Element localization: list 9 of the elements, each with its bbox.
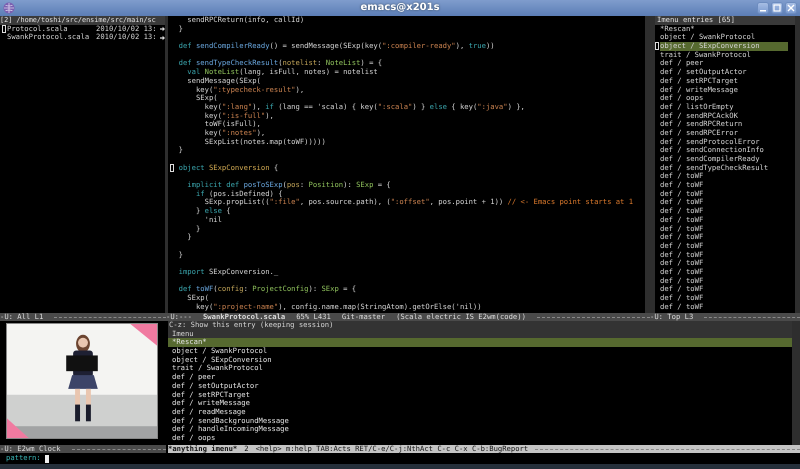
globe-icon	[3, 2, 15, 14]
close-button[interactable]	[785, 2, 797, 14]
cursor-icon	[655, 42, 659, 50]
close-icon	[787, 4, 795, 12]
minimize-button[interactable]	[757, 2, 769, 14]
window-title: emacs@x201s	[360, 4, 440, 12]
maximize-icon	[773, 4, 781, 12]
maximize-button[interactable]	[771, 2, 783, 14]
input-field[interactable]	[44, 454, 49, 462]
